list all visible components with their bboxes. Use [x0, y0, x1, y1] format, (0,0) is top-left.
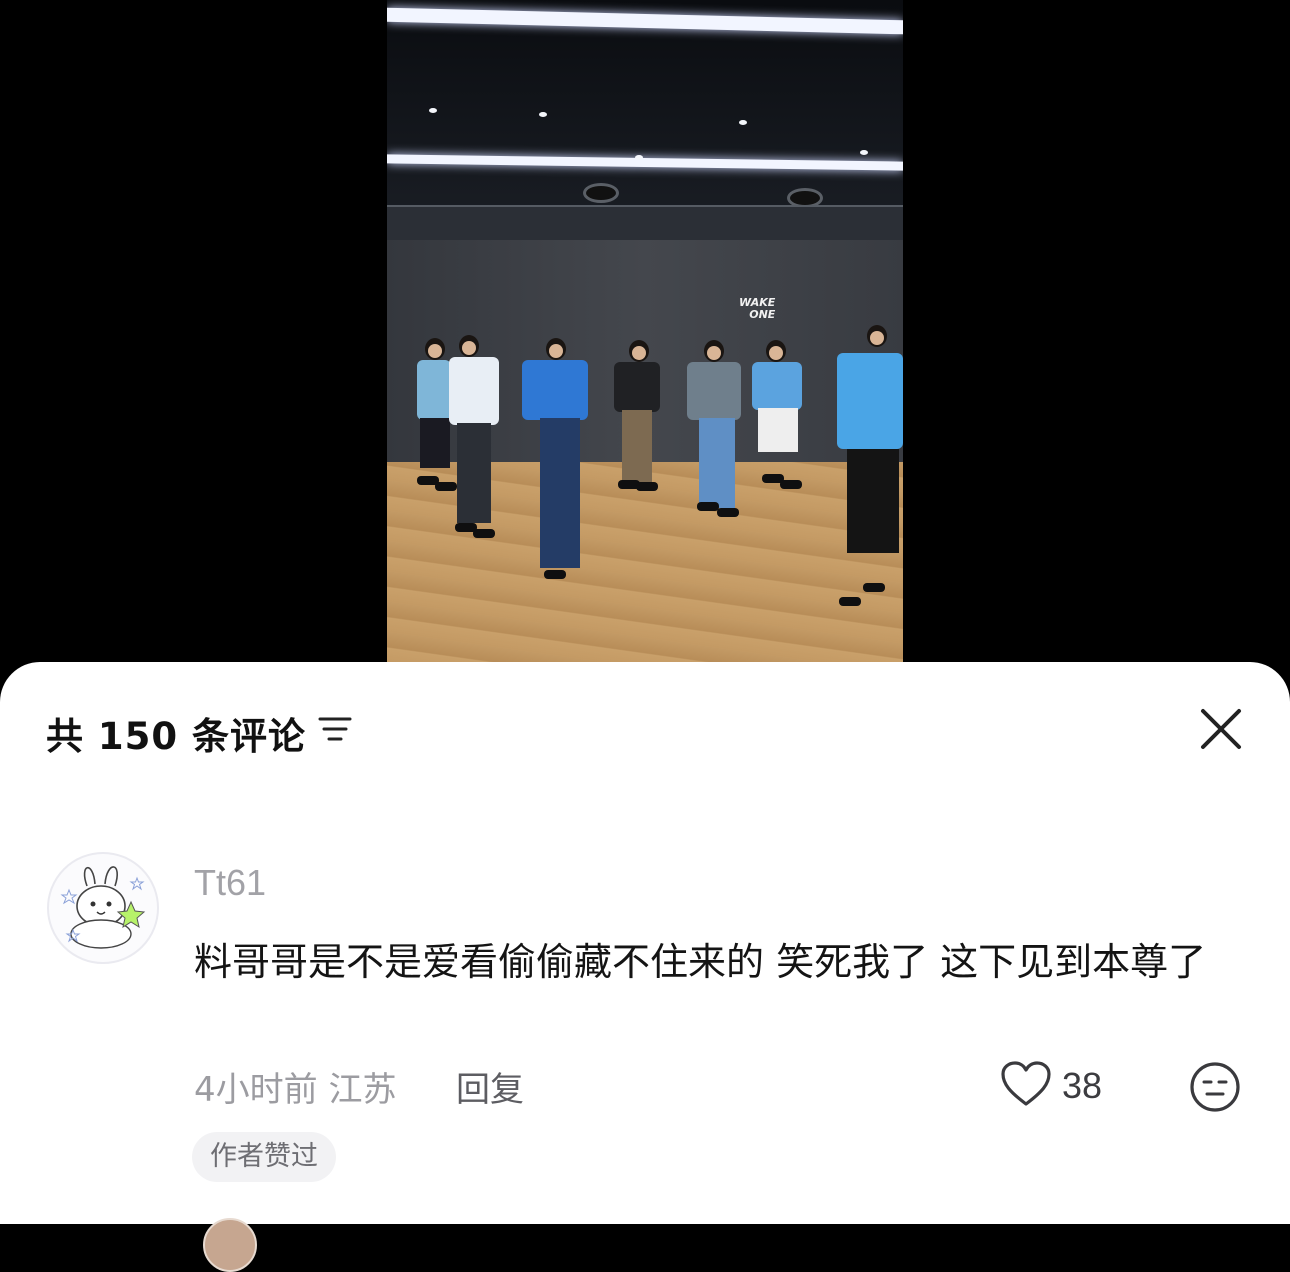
ceiling-spot	[739, 120, 747, 125]
comments-count-title: 共 150 条评论	[46, 715, 306, 758]
reply-button[interactable]: 回复	[456, 1062, 524, 1111]
bunny-avatar-icon[interactable]	[47, 852, 159, 964]
ceiling-spot	[860, 150, 868, 155]
comment-username[interactable]: Tt61	[194, 862, 266, 904]
wall-ledge	[387, 205, 903, 242]
close-icon[interactable]	[1198, 706, 1244, 752]
video-player[interactable]: WAKE ONE	[0, 0, 1290, 700]
author-liked-badge: 作者赞过	[192, 1132, 336, 1182]
like-count: 38	[1062, 1065, 1103, 1106]
next-comment-avatar[interactable]	[203, 1218, 257, 1272]
ceiling-spot	[429, 108, 437, 113]
ceiling-spot	[539, 112, 547, 117]
ceiling-spot	[635, 155, 643, 160]
heart-outline-icon[interactable]	[1000, 1060, 1052, 1112]
meh-face-icon[interactable]	[1188, 1060, 1242, 1114]
like-button[interactable]: 38	[1000, 1060, 1102, 1112]
comment-text: 料哥哥是不是爱看偷偷藏不住来的 笑死我了 这下见到本尊了	[194, 940, 1207, 984]
wall-logo-line2: ONE	[749, 308, 776, 321]
comments-sheet: 共 150 条评论 Tt61 料哥哥是不是爱看偷偷藏不住来的 笑死我了 这下见到…	[0, 662, 1290, 1272]
ceiling-vent	[583, 183, 619, 203]
wall-logo: WAKE ONE	[739, 297, 775, 321]
studio-ceiling	[387, 0, 903, 240]
video-frame[interactable]: WAKE ONE	[387, 0, 903, 662]
comment-time-location: 4小时前 江苏	[194, 1070, 397, 1110]
sort-lines-icon[interactable]	[318, 715, 352, 743]
